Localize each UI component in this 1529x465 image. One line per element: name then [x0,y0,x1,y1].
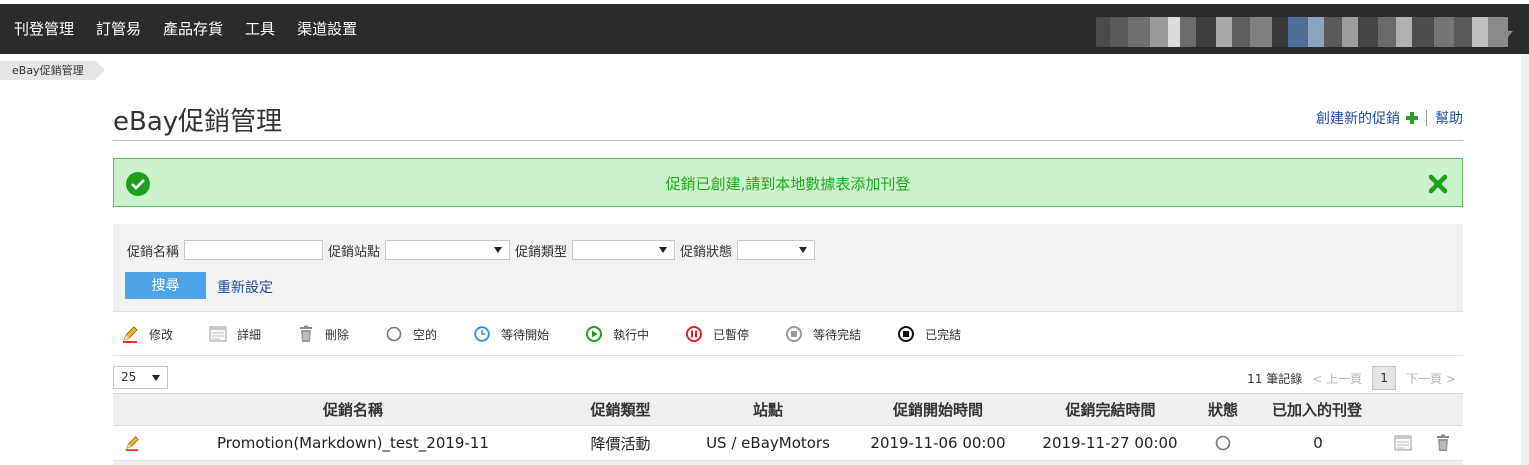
promotion-status-label: 促銷狀態 [680,244,733,260]
plus-icon[interactable] [1406,112,1418,124]
title-actions: 創建新的促銷 幫助 [1316,108,1463,128]
chevron-down-icon [152,375,160,381]
alert-message: 促銷已創建,請到本地數據表添加刊登 [665,175,911,193]
legend-label: 刪除 [325,327,350,342]
breadcrumb[interactable]: eBay促銷管理 [0,61,105,80]
legend-finished: 已完結 [897,325,961,343]
nav-item-orders[interactable]: 訂管易 [96,18,141,40]
legend-waiting-end: 等待完結 [785,325,861,343]
legend-label: 詳細 [237,327,262,342]
table-row: Promotion(Markdown)_test_2019-11 降價活動 US… [113,426,1463,461]
scrollbar-track[interactable] [1521,54,1529,465]
stop-grey-icon [785,325,803,343]
legend-edit: 修改 [121,325,173,343]
status-empty-icon [1211,426,1235,460]
legend-label: 修改 [149,327,174,342]
legend-label: 等待開始 [501,327,550,342]
record-count: 11 筆記錄 [1247,371,1303,386]
filter-row: 促銷名稱 促銷站點 促銷類型 促銷狀態 [127,240,820,260]
row-site: US / eBayMotors [706,434,830,452]
legend-label: 空的 [413,327,438,342]
promotion-name-label: 促銷名稱 [127,244,180,260]
user-account-blurred[interactable] [1096,17,1516,47]
row-name: Promotion(Markdown)_test_2019-11 [217,434,489,452]
main-menu: 刊登管理 訂管易 產品存貨 工具 渠道設置 [14,18,357,40]
legend-delete: 刪除 [297,325,349,343]
legend-details: 詳細 [209,325,261,343]
header-type[interactable]: 促銷類型 [568,394,673,425]
legend-label: 已完結 [925,327,962,342]
header-start[interactable]: 促銷開始時間 [868,394,1008,425]
create-promotion-link[interactable]: 創建新的促銷 [1316,108,1400,128]
divider [1426,110,1427,126]
chevron-down-icon[interactable] [1503,31,1513,37]
row-start: 2019-11-06 00:00 [870,434,1006,452]
legend-label: 已暫停 [713,327,750,342]
icon-legend: 修改 詳細 刪除 空的 等待開始 執行中 已暫停 等待完結 已完結 [113,313,1463,356]
legend-label: 執行中 [613,327,650,342]
top-navigation: 刊登管理 訂管易 產品存貨 工具 渠道設置 [0,0,1529,54]
legend-paused: 已暫停 [685,325,749,343]
chevron-down-icon [799,247,808,253]
current-page[interactable]: 1 [1372,366,1397,390]
promotion-type-select[interactable] [572,240,676,260]
table-header: 促銷名稱 促銷類型 站點 促銷開始時間 促銷完結時間 狀態 已加入的刊登 [113,393,1463,426]
promotion-name-input[interactable] [184,240,324,260]
legend-running: 執行中 [585,325,649,343]
close-icon[interactable] [1428,174,1448,198]
row-listings: 0 [1313,434,1323,452]
chevron-down-icon [494,247,503,253]
promotions-table: 促銷名稱 促銷類型 站點 促銷開始時間 促銷完結時間 狀態 已加入的刊登 Pro… [113,393,1463,461]
nav-item-tools[interactable]: 工具 [245,18,275,40]
success-alert: 促銷已創建,請到本地數據表添加刊登 [113,158,1463,207]
details-icon[interactable] [1392,426,1414,460]
chevron-down-icon [659,247,668,253]
legend-waiting-start: 等待開始 [473,325,549,343]
row-end: 2019-11-27 00:00 [1042,434,1178,452]
search-button[interactable]: 搜尋 [125,272,206,299]
row-type: 降價活動 [590,434,651,453]
reset-link[interactable]: 重新設定 [217,277,273,297]
page-size-select[interactable]: 25 [113,366,168,389]
page-title: eBay促銷管理 [113,107,283,137]
help-link[interactable]: 幫助 [1435,108,1463,128]
nav-item-channels[interactable]: 渠道設置 [297,18,357,40]
promotion-status-select[interactable] [737,240,816,260]
title-divider [113,140,1463,141]
trash-icon[interactable] [1432,426,1454,460]
trash-icon [297,325,315,343]
table-footer [113,461,1463,465]
header-status[interactable]: 狀態 [1198,394,1248,425]
filter-panel: 促銷名稱 促銷站點 促銷類型 促銷狀態 搜尋 重新設定 [113,224,1463,312]
prev-page-link[interactable]: < 上一頁 [1312,370,1362,387]
promotion-site-select[interactable] [385,240,511,260]
details-icon [209,325,227,343]
clock-icon [473,325,491,343]
next-page-link[interactable]: 下一頁 > [1406,370,1456,387]
promotion-site-label: 促銷站點 [328,244,381,260]
promotion-type-label: 促銷類型 [515,244,568,260]
pencil-icon[interactable] [121,426,143,460]
pagination: 11 筆記錄 < 上一頁 1 下一頁 > [1247,366,1456,390]
legend-label: 等待完結 [813,327,862,342]
pause-icon [685,325,703,343]
header-name[interactable]: 促銷名稱 [213,394,493,425]
stop-black-icon [897,325,915,343]
header-end[interactable]: 促銷完結時間 [1038,394,1183,425]
legend-empty: 空的 [385,325,437,343]
header-site[interactable]: 站點 [698,394,838,425]
pencil-icon [121,325,139,343]
nav-item-inventory[interactable]: 產品存貨 [163,18,223,40]
status-empty-icon [385,325,403,343]
header-listings[interactable]: 已加入的刊登 [1261,394,1373,425]
play-icon [585,325,603,343]
nav-item-listing[interactable]: 刊登管理 [14,18,74,40]
page-size-value: 25 [121,370,137,384]
